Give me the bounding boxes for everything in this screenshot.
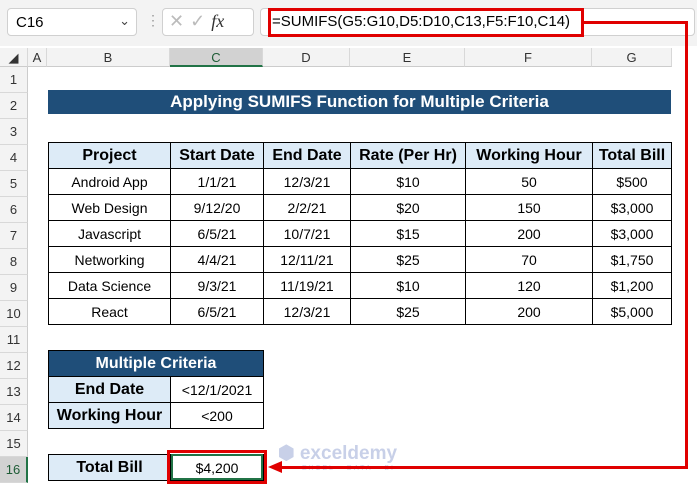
table-cell[interactable]: $3,000 bbox=[592, 220, 672, 247]
criteria-label[interactable]: Working Hour bbox=[48, 402, 171, 429]
result-highlight bbox=[167, 450, 267, 484]
table-cell[interactable]: 6/5/21 bbox=[170, 220, 264, 247]
select-all[interactable]: ◢ bbox=[0, 48, 28, 67]
table-cell[interactable]: 12/11/21 bbox=[263, 246, 351, 273]
row-header-13[interactable]: 13 bbox=[0, 379, 28, 405]
column-header-b[interactable]: B bbox=[47, 48, 170, 67]
table-cell[interactable]: 120 bbox=[465, 272, 593, 299]
table-cell[interactable]: Web Design bbox=[48, 194, 171, 221]
table-cell[interactable]: Data Science bbox=[48, 272, 171, 299]
enter-icon[interactable]: ✓ bbox=[190, 11, 211, 31]
table-cell[interactable]: 50 bbox=[465, 168, 593, 195]
projects-table: Project Start Date End Date Rate (Per Hr) Wo… bbox=[48, 142, 672, 325]
name-box-value: C16 bbox=[16, 14, 44, 31]
row-header-7[interactable]: 7 bbox=[0, 223, 28, 249]
table-cell[interactable]: 9/3/21 bbox=[170, 272, 264, 299]
table-cell[interactable]: 150 bbox=[465, 194, 593, 221]
drag-handle-icon[interactable]: ⋮ bbox=[146, 12, 160, 29]
arrow-icon bbox=[268, 461, 282, 473]
column-header-g[interactable]: G bbox=[592, 48, 672, 67]
column-header-e[interactable]: E bbox=[350, 48, 465, 67]
sheet-title: Applying SUMIFS Function for Multiple Cr… bbox=[48, 90, 671, 114]
column-header-f[interactable]: F bbox=[465, 48, 592, 67]
table-cell[interactable]: 6/5/21 bbox=[170, 298, 264, 325]
table-cell[interactable]: 70 bbox=[465, 246, 593, 273]
row-header-3[interactable]: 3 bbox=[0, 119, 28, 145]
row-header-12[interactable]: 12 bbox=[0, 353, 28, 379]
table-cell[interactable]: 11/19/21 bbox=[263, 272, 351, 299]
table-cell[interactable]: 200 bbox=[465, 298, 593, 325]
criteria-value[interactable]: <12/1/2021 bbox=[170, 376, 264, 403]
fx-icon[interactable]: fx bbox=[211, 11, 224, 31]
table-cell[interactable]: $1,200 bbox=[592, 272, 672, 299]
criteria-label[interactable]: End Date bbox=[48, 376, 171, 403]
row-header-2[interactable]: 2 bbox=[0, 93, 28, 119]
table-cell[interactable]: Javascript bbox=[48, 220, 171, 247]
chevron-down-icon[interactable]: ⌄ bbox=[119, 13, 130, 29]
table-cell[interactable]: Networking bbox=[48, 246, 171, 273]
row-header-15[interactable]: 15 bbox=[0, 431, 28, 457]
row-header-5[interactable]: 5 bbox=[0, 171, 28, 197]
table-row: Web Design 9/12/20 2/2/21 $20 150 $3,000 bbox=[48, 194, 672, 221]
column-heading[interactable]: Working Hour bbox=[465, 142, 593, 169]
row-header-4[interactable]: 4 bbox=[0, 145, 28, 171]
table-cell[interactable]: $10 bbox=[350, 168, 466, 195]
table-cell[interactable]: $5,000 bbox=[592, 298, 672, 325]
formula-buttons: ✕✓fx bbox=[162, 8, 254, 36]
column-heading[interactable]: Rate (Per Hr) bbox=[350, 142, 466, 169]
table-cell[interactable]: $25 bbox=[350, 298, 466, 325]
table-cell[interactable]: 200 bbox=[465, 220, 593, 247]
table-cell[interactable]: $3,000 bbox=[592, 194, 672, 221]
row-header-14[interactable]: 14 bbox=[0, 405, 28, 431]
table-row: React 6/5/21 12/3/21 $25 200 $5,000 bbox=[48, 298, 672, 325]
table-cell[interactable]: $25 bbox=[350, 246, 466, 273]
row-header-11[interactable]: 11 bbox=[0, 327, 28, 353]
table-cell[interactable]: 9/12/20 bbox=[170, 194, 264, 221]
table-row: Networking 4/4/21 12/11/21 $25 70 $1,750 bbox=[48, 246, 672, 273]
table-cell[interactable]: 12/3/21 bbox=[263, 298, 351, 325]
row-header-9[interactable]: 9 bbox=[0, 275, 28, 301]
criteria-title: Multiple Criteria bbox=[48, 350, 264, 377]
column-header-d[interactable]: D bbox=[263, 48, 350, 67]
column-header-c[interactable]: C bbox=[170, 48, 263, 67]
connector-line bbox=[583, 21, 688, 24]
column-heading[interactable]: Start Date bbox=[170, 142, 264, 169]
row-header-6[interactable]: 6 bbox=[0, 197, 28, 223]
connector-line bbox=[685, 21, 688, 469]
formula-highlight bbox=[268, 8, 584, 37]
table-row: Android App 1/1/21 12/3/21 $10 50 $500 bbox=[48, 168, 672, 195]
criteria-value[interactable]: <200 bbox=[170, 402, 264, 429]
table-row: Data Science 9/3/21 11/19/21 $10 120 $1,200 bbox=[48, 272, 672, 299]
column-header-a[interactable]: A bbox=[28, 48, 47, 67]
table-cell[interactable]: React bbox=[48, 298, 171, 325]
row-header-16[interactable]: 16 bbox=[0, 457, 28, 483]
row-header-8[interactable]: 8 bbox=[0, 249, 28, 275]
name-box[interactable]: C16 ⌄ bbox=[7, 8, 137, 36]
total-label[interactable]: Total Bill bbox=[48, 454, 171, 481]
table-row: Javascript 6/5/21 10/7/21 $15 200 $3,000 bbox=[48, 220, 672, 247]
cancel-icon[interactable]: ✕ bbox=[169, 11, 190, 31]
row-header-1[interactable]: 1 bbox=[0, 67, 28, 93]
table-cell[interactable]: 4/4/21 bbox=[170, 246, 264, 273]
column-heading[interactable]: Total Bill bbox=[592, 142, 672, 169]
table-cell[interactable]: 12/3/21 bbox=[263, 168, 351, 195]
column-heading[interactable]: End Date bbox=[263, 142, 351, 169]
connector-line bbox=[280, 466, 688, 469]
table-cell[interactable]: $500 bbox=[592, 168, 672, 195]
table-cell[interactable]: $1,750 bbox=[592, 246, 672, 273]
table-cell[interactable]: $15 bbox=[350, 220, 466, 247]
table-cell[interactable]: 10/7/21 bbox=[263, 220, 351, 247]
column-heading[interactable]: Project bbox=[48, 142, 171, 169]
table-cell[interactable]: 2/2/21 bbox=[263, 194, 351, 221]
table-cell[interactable]: Android App bbox=[48, 168, 171, 195]
row-header-10[interactable]: 10 bbox=[0, 301, 28, 327]
table-cell[interactable]: 1/1/21 bbox=[170, 168, 264, 195]
table-cell[interactable]: $20 bbox=[350, 194, 466, 221]
criteria-table: Multiple Criteria End Date <12/1/2021 Wor… bbox=[48, 350, 264, 429]
table-cell[interactable]: $10 bbox=[350, 272, 466, 299]
